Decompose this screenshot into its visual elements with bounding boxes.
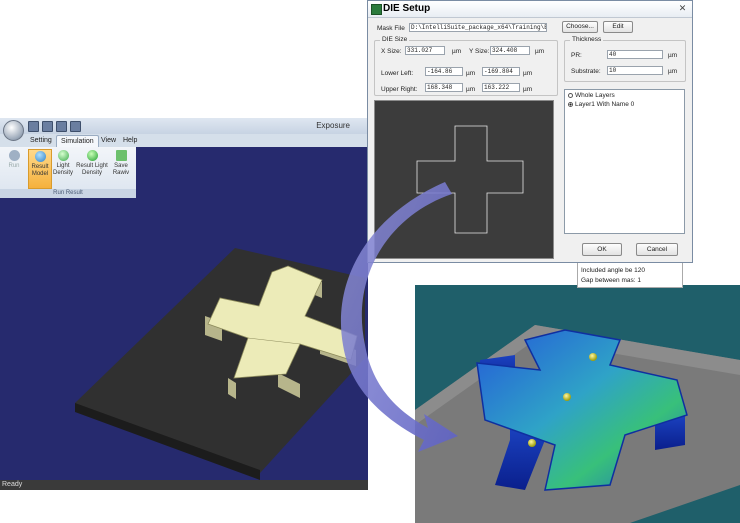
result-model-label: Result Model xyxy=(31,164,49,177)
lower-left-y-field[interactable]: -169.804 xyxy=(482,67,520,76)
app-title: Exposure xyxy=(316,121,350,130)
run-button[interactable]: Run xyxy=(3,149,25,187)
upper-right-y-unit: µm xyxy=(523,86,533,93)
info-line-angle: Included angle be 120 xyxy=(581,267,645,274)
pr-label: PR: xyxy=(571,52,582,59)
radio-checked-icon xyxy=(568,101,573,107)
whole-layers-option[interactable]: Whole Layers xyxy=(568,92,615,99)
lower-left-x-unit: µm xyxy=(466,70,476,77)
close-icon[interactable]: ✕ xyxy=(677,3,688,14)
status-bar: Ready xyxy=(0,480,368,490)
pr-unit: µm xyxy=(668,52,678,59)
thickness-group: Thickness xyxy=(564,36,686,82)
3d-viewport[interactable] xyxy=(0,198,368,480)
tab-setting[interactable]: Setting xyxy=(26,135,56,147)
x-size-label: X Size: xyxy=(381,48,402,55)
3d-scene xyxy=(75,248,365,480)
lower-left-x-field[interactable]: -164.86 xyxy=(425,67,463,76)
ribbon-empty-area xyxy=(136,147,368,198)
undo-icon[interactable] xyxy=(56,121,67,132)
mask-file-label: Mask File xyxy=(377,25,405,32)
result-model-icon xyxy=(34,151,46,162)
cancel-button[interactable]: Cancel xyxy=(636,243,678,256)
mask-preview xyxy=(374,100,554,259)
tab-view[interactable]: View xyxy=(97,135,120,147)
save-icon[interactable] xyxy=(28,121,39,132)
edit-button[interactable]: Edit xyxy=(603,21,633,33)
layer1-label: Layer1 With Name 0 xyxy=(575,101,635,108)
mask-info-box: Included angle be 120 Gap between mas: 1 xyxy=(577,263,683,288)
tab-help[interactable]: Help xyxy=(119,135,141,147)
mask-file-field[interactable]: D:\IntelliSuite_package_x64\Training\Exp… xyxy=(409,23,547,32)
quick-access-toolbar xyxy=(28,121,81,132)
mask-preview-canvas xyxy=(416,125,524,234)
result-light-density-icon xyxy=(86,150,98,161)
info-line-gap: Gap between mas: 1 xyxy=(581,277,641,284)
layer1-option[interactable]: Layer1 With Name 0 xyxy=(568,101,634,108)
exposure-app-window: Exposure Setting Simulation View Help Ru… xyxy=(0,118,368,490)
run-button-label: Run xyxy=(8,163,20,169)
cross-mask-outline xyxy=(416,125,524,234)
lower-left-label: Lower Left: xyxy=(381,70,414,77)
light-density-label: Light Density xyxy=(52,163,73,176)
upper-right-x-unit: µm xyxy=(466,86,476,93)
ok-button[interactable]: OK xyxy=(582,243,622,256)
application-menu-button[interactable] xyxy=(3,120,24,141)
die-setup-dialog: DIE Setup ✕ Mask File D:\IntelliSuite_pa… xyxy=(367,0,693,263)
play-icon xyxy=(8,150,20,161)
save-rawiv-label: Save Rawiv xyxy=(112,163,130,176)
save-rawiv-icon xyxy=(115,150,127,161)
upper-right-label: Upper Right: xyxy=(381,86,418,93)
substrate-thickness-field[interactable]: 10 xyxy=(607,66,663,75)
save-rawiv-button[interactable]: Save Rawiv xyxy=(110,149,132,187)
result-model-button[interactable]: Result Model xyxy=(28,149,52,189)
ribbon-tabs: Setting Simulation View Help xyxy=(0,134,368,148)
result-light-density-button[interactable]: Result Light Density xyxy=(76,149,108,187)
print-icon[interactable] xyxy=(42,121,53,132)
x-size-field[interactable]: 331.027 xyxy=(405,46,445,55)
die-setup-icon xyxy=(371,4,382,15)
upper-right-y-field[interactable]: 163.222 xyxy=(482,83,520,92)
light-density-button[interactable]: Light Density xyxy=(52,149,74,187)
dialog-title: DIE Setup xyxy=(383,3,431,14)
thickness-group-title: Thickness xyxy=(570,36,604,43)
intensity-peak-marker xyxy=(589,353,597,361)
intensity-peak-marker xyxy=(528,439,536,447)
result-scene xyxy=(415,325,740,523)
intensity-peak-marker xyxy=(563,393,571,401)
simulation-result-render xyxy=(415,285,740,523)
die-size-group-title: DIE Size xyxy=(380,36,410,43)
pr-thickness-field[interactable]: 40 xyxy=(607,50,663,59)
ribbon-group-label: Run Result xyxy=(0,189,136,198)
radio-unchecked-icon xyxy=(568,92,573,98)
substrate-unit: µm xyxy=(668,68,678,75)
light-density-icon xyxy=(57,150,69,161)
ribbon-panel: Run Result Model Light Density Result Li… xyxy=(0,147,136,199)
y-size-unit: µm xyxy=(535,48,545,55)
upper-right-x-field[interactable]: 168.348 xyxy=(425,83,463,92)
app-titlebar: Exposure xyxy=(0,118,368,134)
x-size-unit: µm xyxy=(452,48,462,55)
substrate-label: Substrate: xyxy=(571,68,601,75)
y-size-field[interactable]: 324.408 xyxy=(490,46,530,55)
lower-left-y-unit: µm xyxy=(523,70,533,77)
result-light-density-label: Result Light Density xyxy=(76,163,108,176)
y-size-label: Y Size: xyxy=(469,48,490,55)
layer-list[interactable]: Whole Layers Layer1 With Name 0 xyxy=(564,89,685,234)
choose-button[interactable]: Choose... xyxy=(562,21,598,33)
whole-layers-label: Whole Layers xyxy=(575,92,615,99)
redo-icon[interactable] xyxy=(70,121,81,132)
dialog-titlebar: DIE Setup ✕ xyxy=(368,1,692,18)
